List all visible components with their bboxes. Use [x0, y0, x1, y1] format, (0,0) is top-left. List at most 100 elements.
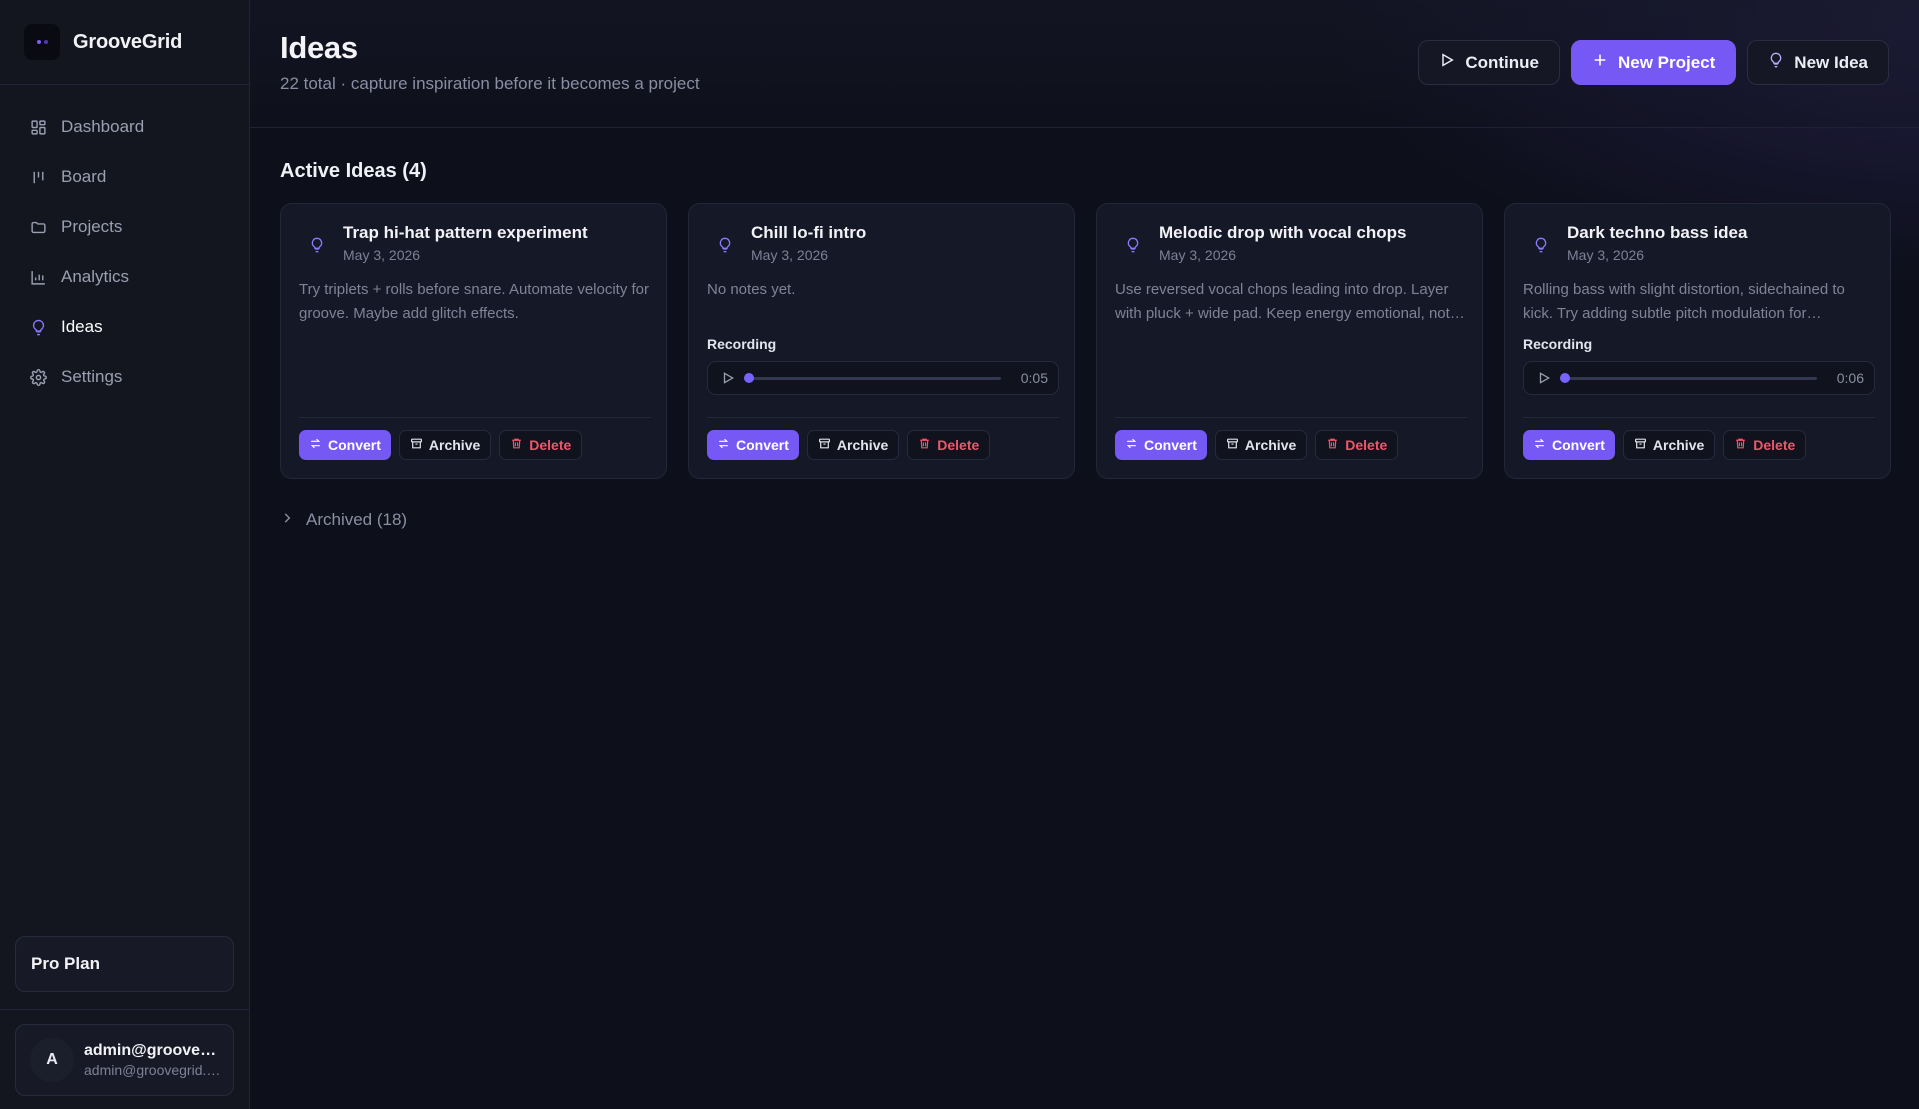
audio-player: 0:06: [1523, 361, 1875, 395]
convert-label: Convert: [1144, 437, 1197, 453]
delete-button[interactable]: Delete: [1315, 430, 1399, 460]
chevron-right-icon: [280, 510, 294, 530]
sidebar-item-analytics[interactable]: Analytics: [0, 252, 249, 302]
recording-label: Recording: [1523, 336, 1593, 352]
sidebar-item-label: Settings: [61, 367, 123, 386]
new-idea-button[interactable]: New Idea: [1747, 40, 1889, 85]
header-actions: Continue New Project New Idea: [1418, 40, 1889, 85]
user-menu[interactable]: A admin@groovegrid.com admin@groovegrid.…: [15, 1024, 234, 1096]
sidebar-item-projects[interactable]: Projects: [0, 202, 249, 252]
lightbulb-icon: [1125, 235, 1141, 255]
new-idea-label: New Idea: [1794, 52, 1868, 72]
logo-icon: [24, 24, 60, 60]
sidebar-nav: Dashboard Board Projects Analytics Ideas…: [0, 85, 249, 402]
play-button[interactable]: [718, 368, 738, 388]
play-icon: [723, 372, 734, 384]
idea-notes: Use reversed vocal chops leading into dr…: [1115, 281, 1450, 322]
card-divider: [1523, 417, 1875, 418]
archive-button[interactable]: Archive: [1214, 430, 1308, 460]
avatar: A: [30, 1038, 74, 1082]
archive-button[interactable]: Archive: [806, 430, 900, 460]
trash-icon: [1326, 437, 1339, 453]
idea-title: Dark techno bass idea: [1567, 223, 1748, 242]
idea-card[interactable]: Dark techno bass idea May 3, 2026 Rollin…: [1504, 203, 1891, 479]
sidebar: GrooveGrid Dashboard Board Projects Anal…: [0, 0, 250, 1109]
sidebar-item-dashboard[interactable]: Dashboard: [0, 102, 249, 152]
plan-badge[interactable]: Pro Plan: [15, 936, 234, 992]
play-button[interactable]: [1534, 368, 1554, 388]
main-content: Ideas 22 total · capture inspiration bef…: [250, 0, 1919, 1109]
folder-icon: [29, 218, 47, 236]
sidebar-item-label: Projects: [61, 217, 123, 236]
sidebar-item-board[interactable]: Board: [0, 152, 249, 202]
card-actions: Convert Archive Delete: [1523, 430, 1807, 460]
delete-button[interactable]: Delete: [907, 430, 991, 460]
delete-button[interactable]: Delete: [499, 430, 583, 460]
convert-label: Convert: [1552, 437, 1605, 453]
archive-label: Archive: [1652, 437, 1705, 453]
continue-label: Continue: [1465, 52, 1539, 72]
convert-button[interactable]: Convert: [1115, 430, 1207, 460]
archive-button[interactable]: Archive: [1622, 430, 1716, 460]
delete-label: Delete: [529, 437, 572, 453]
card-actions: Convert Archive Delete: [707, 430, 991, 460]
archive-label: Archive: [1244, 437, 1297, 453]
user-email: admin@groovegrid.com: [84, 1062, 224, 1078]
delete-label: Delete: [1753, 437, 1796, 453]
idea-date: May 3, 2026: [343, 247, 421, 263]
recording-label: Recording: [707, 336, 777, 352]
delete-button[interactable]: Delete: [1723, 430, 1807, 460]
continue-button[interactable]: Continue: [1418, 40, 1560, 85]
trash-icon: [918, 437, 931, 453]
duration: 0:06: [1836, 370, 1864, 386]
play-icon: [1539, 372, 1550, 384]
idea-date: May 3, 2026: [1159, 247, 1237, 263]
sidebar-item-settings[interactable]: Settings: [0, 352, 249, 402]
idea-card[interactable]: Trap hi-hat pattern experiment May 3, 20…: [280, 203, 667, 479]
convert-button[interactable]: Convert: [707, 430, 799, 460]
plus-icon: [1592, 52, 1608, 73]
idea-notes: Try triplets + rolls before snare. Autom…: [299, 281, 650, 322]
progress-knob[interactable]: [744, 372, 754, 383]
archive-icon: [410, 437, 423, 453]
lightbulb-icon: [1533, 235, 1549, 255]
new-project-button[interactable]: New Project: [1570, 40, 1737, 85]
archived-toggle[interactable]: Archived (18): [280, 510, 407, 530]
idea-title: Chill lo-fi intro: [751, 223, 867, 242]
idea-date: May 3, 2026: [1567, 247, 1645, 263]
user-info: admin@groovegrid.com admin@groovegrid.co…: [84, 1042, 224, 1078]
duration: 0:05: [1020, 370, 1048, 386]
sidebar-item-label: Dashboard: [61, 117, 145, 136]
archive-label: Archive: [428, 437, 481, 453]
idea-title: Melodic drop with vocal chops: [1159, 223, 1407, 242]
idea-card[interactable]: Chill lo-fi intro May 3, 2026 No notes y…: [688, 203, 1075, 479]
idea-notes: No notes yet.: [707, 281, 796, 298]
convert-button[interactable]: Convert: [1523, 430, 1615, 460]
archive-icon: [1226, 437, 1239, 453]
card-actions: Convert Archive Delete: [299, 430, 583, 460]
sidebar-item-label: Board: [61, 167, 107, 186]
delete-label: Delete: [1345, 437, 1388, 453]
idea-cards: Trap hi-hat pattern experiment May 3, 20…: [280, 203, 1891, 479]
sidebar-item-ideas[interactable]: Ideas: [0, 302, 249, 352]
sidebar-item-label: Analytics: [61, 267, 130, 286]
archive-button[interactable]: Archive: [398, 430, 492, 460]
idea-card[interactable]: Melodic drop with vocal chops May 3, 202…: [1096, 203, 1483, 479]
progress-slider[interactable]: [1560, 372, 1817, 383]
app: GrooveGrid Dashboard Board Projects Anal…: [0, 0, 1919, 1109]
lightbulb-icon: [717, 235, 733, 255]
card-divider: [1115, 417, 1467, 418]
card-divider: [707, 417, 1059, 418]
sidebar-divider: [0, 1009, 250, 1010]
convert-button[interactable]: Convert: [299, 430, 391, 460]
progress-knob[interactable]: [1560, 372, 1570, 383]
app-name: GrooveGrid: [73, 30, 183, 53]
archived-label: Archived (18): [306, 510, 408, 529]
board-icon: [29, 168, 47, 186]
convert-icon: [1125, 437, 1138, 453]
audio-player: 0:05: [707, 361, 1059, 395]
user-name: admin@groovegrid.com: [84, 1042, 224, 1059]
brand[interactable]: GrooveGrid: [0, 0, 249, 85]
progress-slider[interactable]: [744, 372, 1001, 383]
card-divider: [299, 417, 651, 418]
